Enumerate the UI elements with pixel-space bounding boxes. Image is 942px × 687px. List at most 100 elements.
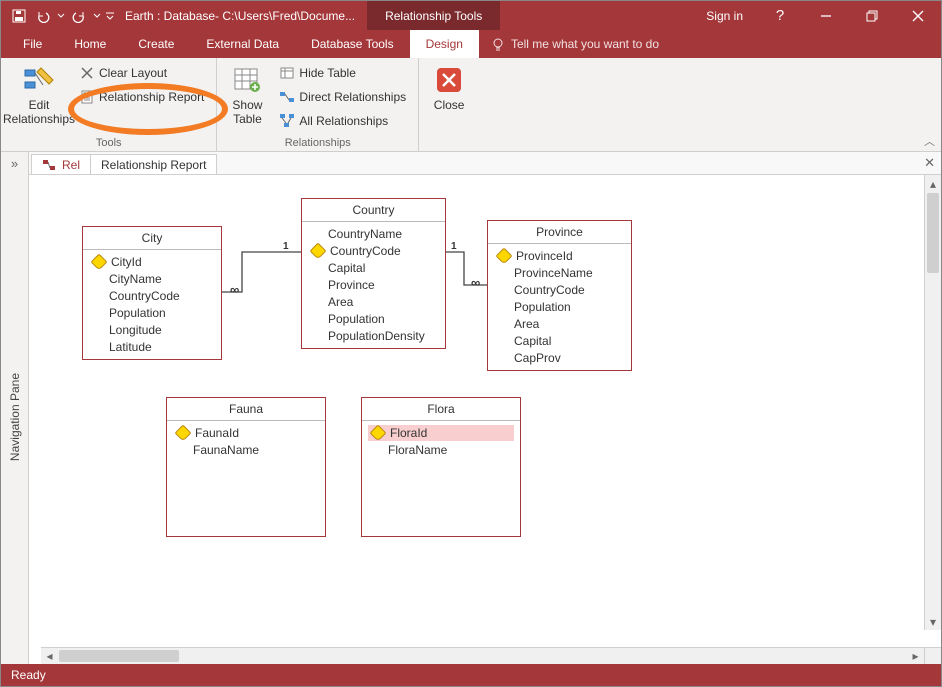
relationship-report-icon — [79, 89, 95, 105]
redo-icon[interactable] — [67, 4, 91, 28]
contextual-tab-label: Relationship Tools — [367, 1, 500, 30]
redo-dropdown-icon[interactable] — [91, 4, 103, 28]
tell-me-input[interactable]: Tell me what you want to do — [479, 30, 659, 58]
navigation-pane-collapsed[interactable]: » Navigation Pane — [1, 152, 29, 664]
vertical-scrollbar[interactable]: ▴ ▾ — [924, 175, 941, 630]
field-country-populationdensity[interactable]: PopulationDensity — [308, 328, 439, 344]
relationship-canvas[interactable]: City CityId CityName CountryCode Populat… — [29, 175, 941, 647]
field-city-latitude[interactable]: Latitude — [89, 339, 215, 355]
clear-layout-label: Clear Layout — [99, 66, 167, 80]
show-table-label: Show Table — [232, 98, 262, 127]
field-country-capital[interactable]: Capital — [308, 260, 439, 276]
close-button[interactable] — [895, 1, 941, 30]
undo-dropdown-icon[interactable] — [55, 4, 67, 28]
undo-icon[interactable] — [31, 4, 55, 28]
title-bar: Earth : Database- C:\Users\Fred\Docume..… — [1, 1, 941, 30]
bulb-icon — [491, 37, 505, 51]
field-country-population[interactable]: Population — [308, 311, 439, 327]
hscroll-thumb[interactable] — [59, 650, 179, 662]
tab-database-tools[interactable]: Database Tools — [295, 30, 410, 58]
tab-create[interactable]: Create — [122, 30, 190, 58]
field-city-countrycode[interactable]: CountryCode — [89, 288, 215, 304]
field-province-population[interactable]: Population — [494, 299, 625, 315]
table-province[interactable]: Province ProvinceId ProvinceName Country… — [487, 220, 632, 371]
all-relationships-icon — [279, 113, 295, 129]
table-fauna[interactable]: Fauna FaunaId FaunaName — [166, 397, 326, 537]
field-city-cityid[interactable]: CityId — [89, 254, 215, 270]
field-province-provincename[interactable]: ProvinceName — [494, 265, 625, 281]
status-text: Ready — [11, 668, 46, 682]
field-country-area[interactable]: Area — [308, 294, 439, 310]
doc-tab-relationship-report[interactable]: Relationship Report — [90, 154, 217, 174]
field-province-area[interactable]: Area — [494, 316, 625, 332]
hide-table-button[interactable]: Hide Table — [275, 62, 410, 84]
field-city-cityname[interactable]: CityName — [89, 271, 215, 287]
expand-nav-icon[interactable]: » — [11, 156, 18, 171]
cardinality-many-icon: ∞ — [230, 282, 239, 297]
tools-group-label: Tools — [9, 135, 208, 149]
help-icon[interactable]: ? — [757, 1, 803, 30]
table-city[interactable]: City CityId CityName CountryCode Populat… — [82, 226, 222, 360]
relationships-group-label: Relationships — [225, 135, 410, 149]
ribbon-group-tools: Edit Relationships Clear Layout Relation… — [1, 58, 217, 151]
field-country-province[interactable]: Province — [308, 277, 439, 293]
cardinality-one: 1 — [451, 241, 457, 252]
field-province-countrycode[interactable]: CountryCode — [494, 282, 625, 298]
doc-tab-report-label: Relationship Report — [101, 158, 206, 172]
table-province-title: Province — [488, 221, 631, 244]
window-title: Earth : Database- C:\Users\Fred\Docume..… — [125, 9, 355, 23]
close-icon — [433, 64, 465, 96]
tab-design[interactable]: Design — [410, 30, 479, 58]
sign-in-link[interactable]: Sign in — [692, 1, 757, 30]
field-fauna-faunaname[interactable]: FaunaName — [173, 442, 319, 458]
restore-button[interactable] — [849, 1, 895, 30]
all-relationships-button[interactable]: All Relationships — [275, 110, 410, 132]
edit-relationships-button[interactable]: Edit Relationships — [9, 62, 69, 127]
table-flora[interactable]: Flora FloraId FloraName — [361, 397, 521, 537]
cardinality-many-icon: ∞ — [471, 275, 480, 290]
field-country-countryname[interactable]: CountryName — [308, 226, 439, 242]
close-document-icon[interactable]: ✕ — [924, 155, 935, 171]
close-design-button[interactable]: Close — [427, 62, 471, 112]
scroll-down-icon[interactable]: ▾ — [925, 613, 941, 630]
field-city-population[interactable]: Population — [89, 305, 215, 321]
direct-relationships-icon — [279, 89, 295, 105]
scroll-left-icon[interactable]: ◂ — [41, 648, 58, 664]
clear-layout-button[interactable]: Clear Layout — [75, 62, 208, 84]
field-fauna-faunaid[interactable]: FaunaId — [173, 425, 319, 441]
doc-tab-relationships[interactable]: Rel — [31, 154, 91, 174]
table-city-title: City — [83, 227, 221, 250]
relationship-report-label: Relationship Report — [99, 90, 204, 104]
show-table-button[interactable]: Show Table — [225, 62, 269, 127]
field-city-longitude[interactable]: Longitude — [89, 322, 215, 338]
field-country-countrycode[interactable]: CountryCode — [308, 243, 439, 259]
horizontal-scrollbar[interactable]: ◂ ▸ — [41, 647, 924, 664]
tell-me-label: Tell me what you want to do — [511, 37, 659, 51]
document-tabs: Rel Relationship Report ✕ — [29, 152, 941, 175]
table-country[interactable]: Country CountryName CountryCode Capital … — [301, 198, 446, 349]
field-province-capprov[interactable]: CapProv — [494, 350, 625, 366]
clear-layout-icon — [79, 65, 95, 81]
save-icon[interactable] — [7, 4, 31, 28]
status-bar: Ready — [1, 664, 941, 686]
qat-customize-icon[interactable] — [103, 4, 117, 28]
collapse-ribbon-icon[interactable]: ︿ — [924, 133, 935, 149]
tab-external-data[interactable]: External Data — [190, 30, 295, 58]
table-flora-title: Flora — [362, 398, 520, 421]
field-province-capital[interactable]: Capital — [494, 333, 625, 349]
ribbon-group-close: Close — [419, 58, 479, 151]
direct-relationships-button[interactable]: Direct Relationships — [275, 86, 410, 108]
field-flora-floraid[interactable]: FloraId — [368, 425, 514, 441]
field-flora-floraname[interactable]: FloraName — [368, 442, 514, 458]
scroll-right-icon[interactable]: ▸ — [907, 648, 924, 664]
nav-pane-label: Navigation Pane — [8, 373, 22, 461]
relationship-country-province[interactable] — [446, 245, 488, 295]
scroll-up-icon[interactable]: ▴ — [925, 175, 941, 192]
relationship-report-button[interactable]: Relationship Report — [75, 86, 208, 108]
table-fauna-title: Fauna — [167, 398, 325, 421]
minimize-button[interactable] — [803, 1, 849, 30]
field-province-provinceid[interactable]: ProvinceId — [494, 248, 625, 264]
tab-home[interactable]: Home — [58, 30, 122, 58]
vscroll-thumb[interactable] — [927, 193, 939, 273]
tab-file[interactable]: File — [7, 30, 58, 58]
